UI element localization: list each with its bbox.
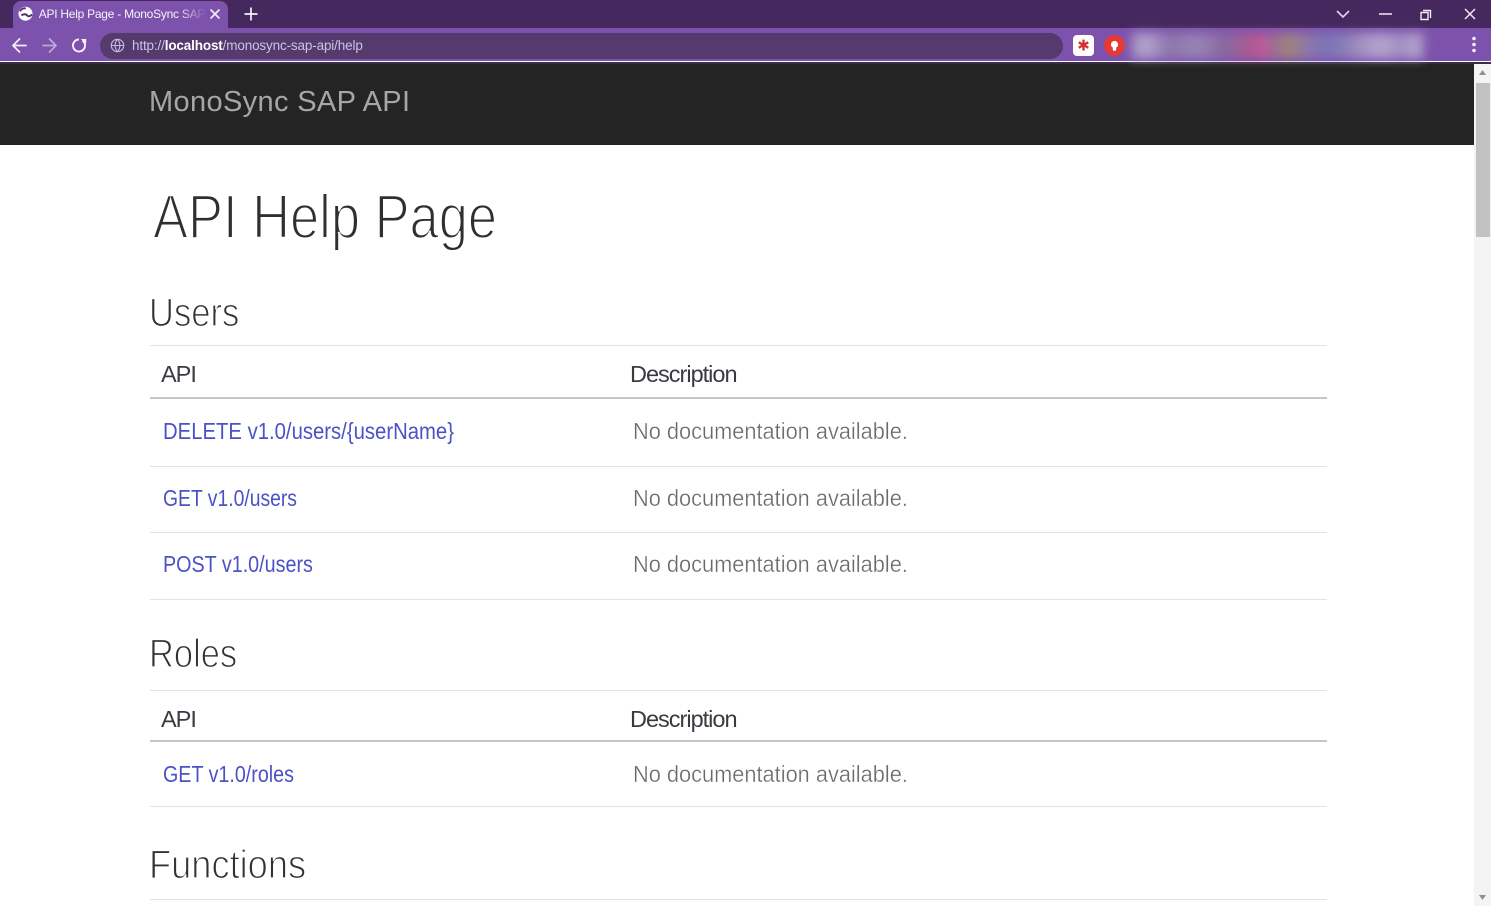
svg-text:✱: ✱	[1077, 38, 1090, 55]
